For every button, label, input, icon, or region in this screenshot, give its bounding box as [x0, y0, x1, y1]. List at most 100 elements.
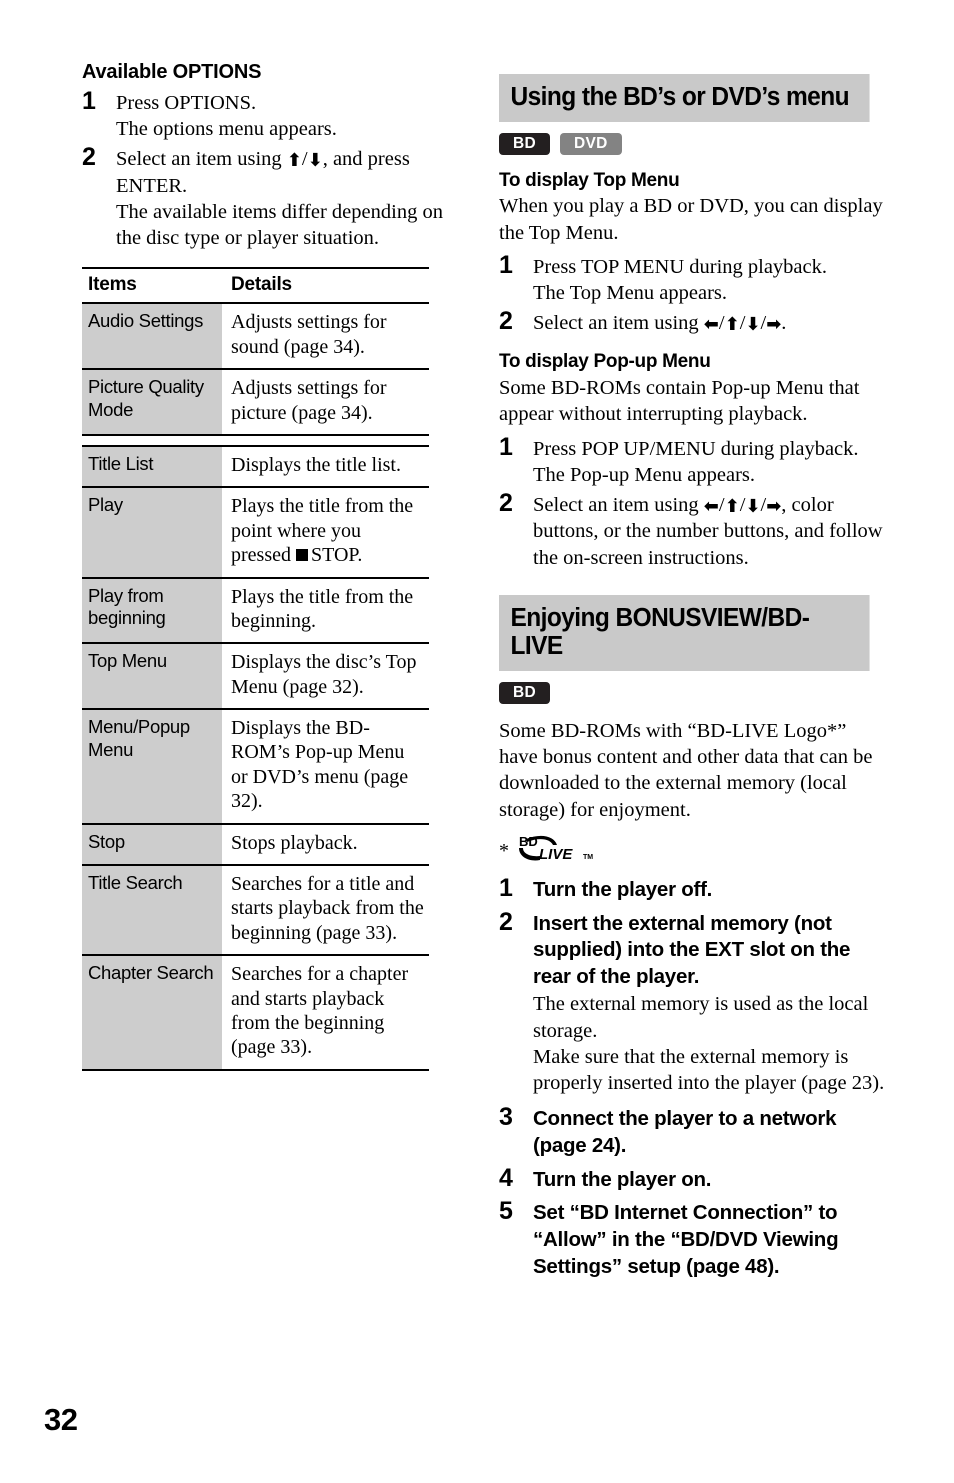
arrow-left-icon: ⬅: [703, 496, 719, 518]
cell-detail: Plays the title from the beginning.: [222, 577, 429, 645]
step-line: The Top Menu appears.: [533, 282, 728, 304]
step-line: Select an item using ⬆/⬇, and press ENTE…: [116, 148, 410, 197]
options-step-1: 1 Press OPTIONS. The options menu appear…: [82, 87, 472, 142]
table-row: Menu/Popup Menu Displays the BD-ROM’s Po…: [82, 709, 429, 825]
cell-detail: Adjusts settings for sound (page 34).: [222, 303, 429, 371]
step-line: The Pop-up Menu appears.: [533, 463, 756, 486]
step-number: 3: [499, 1103, 513, 1132]
section-header-bonusview: Enjoying BONUSVIEW/BD-LIVE: [499, 594, 870, 671]
step-number: 2: [499, 907, 513, 936]
bonusview-step-2: 2 Insert the external memory (not suppli…: [499, 907, 885, 1097]
step-text: Select an item using ⬆/⬇, and press ENTE…: [116, 146, 472, 251]
step-instruction: Set “BD Internet Connection” to “Allow” …: [533, 1201, 839, 1278]
left-column: Available OPTIONS 1 Press OPTIONS. The o…: [82, 60, 472, 1071]
column-header-details: Details: [222, 267, 429, 305]
media-badges-menu: BD DVD: [499, 132, 885, 156]
cell-detail: Adjusts settings for picture (page 34).: [222, 369, 429, 436]
bonusview-intro: Some BD-ROMs with “BD-LIVE Logo*” have b…: [499, 719, 873, 821]
step-instruction: Insert the external memory (not supplied…: [533, 911, 851, 988]
column-header-items: Items: [82, 267, 222, 305]
cell-item: Menu/Popup Menu: [82, 709, 222, 825]
bonusview-step-5: 5 Set “BD Internet Connection” to “Allow…: [499, 1197, 885, 1280]
step-text: Press POP UP/MENU during playback. The P…: [533, 436, 885, 488]
available-options-heading: Available OPTIONS: [82, 61, 262, 83]
bdlive-logo-note: * BD LIVE TM: [499, 831, 885, 865]
step-line: Press POP UP/MENU during playback.: [533, 437, 859, 460]
step-text: Turn the player off.: [533, 877, 885, 904]
step-number: 4: [499, 1163, 513, 1192]
arrow-down-icon: ⬇: [745, 314, 761, 336]
step-text: Connect the player to a network (page 24…: [533, 1106, 885, 1159]
bonusview-step-1: 1 Turn the player off.: [499, 873, 885, 904]
svg-text:BD: BD: [519, 834, 538, 849]
step-note: The external memory is used as the local…: [533, 991, 885, 1096]
popup-menu-step-2: 2 Select an item using ⬅/⬆/⬇/➡, color bu…: [499, 489, 885, 571]
step-number: 5: [499, 1197, 513, 1226]
table-row: Picture Quality Mode Adjusts settings fo…: [82, 369, 429, 436]
cell-item: Chapter Search: [82, 955, 222, 1071]
arrow-down-icon: ⬇: [745, 496, 761, 518]
step-text: Press TOP MENU during playback. The Top …: [533, 254, 885, 306]
step-text: Set “BD Internet Connection” to “Allow” …: [533, 1200, 885, 1280]
step-line: Press TOP MENU during playback.: [533, 255, 828, 278]
arrow-left-icon: ⬅: [703, 314, 719, 336]
table-row: Title Search Searches for a title and st…: [82, 865, 429, 957]
step-instruction: Connect the player to a network (page 24…: [533, 1107, 837, 1158]
step-text: Select an item using ⬅/⬆/⬇/➡.: [533, 310, 885, 336]
bd-live-logo-icon: BD LIVE TM: [513, 833, 601, 865]
step-number: 1: [499, 873, 513, 902]
cell-item: Stop: [82, 823, 222, 867]
step-line: Select an item using ⬅/⬆/⬇/➡, color butt…: [533, 494, 883, 569]
cell-detail: Displays the disc’s Top Menu (page 32).: [222, 643, 429, 711]
step-line: The options menu appears.: [116, 118, 337, 141]
cell-item: Play: [82, 487, 222, 579]
step-number: 1: [82, 87, 96, 115]
top-menu-step-1: 1 Press TOP MENU during playback. The To…: [499, 250, 885, 306]
arrow-right-icon: ➡: [766, 496, 782, 518]
cell-detail: Displays the BD-ROM’s Pop-up Menu or DVD…: [222, 709, 429, 825]
options-step-2: 2 Select an item using ⬆/⬇, and press EN…: [82, 143, 472, 251]
heading-display-popup-menu: To display Pop-up Menu: [499, 351, 711, 373]
table-body: Audio Settings Adjusts settings for soun…: [82, 303, 429, 1071]
step-number: 2: [499, 307, 513, 336]
cell-item: Picture Quality Mode: [82, 369, 222, 436]
cell-detail: Searches for a title and starts playback…: [222, 865, 429, 957]
cell-item: Title Search: [82, 865, 222, 957]
step-text: Insert the external memory (not supplied…: [533, 911, 885, 1097]
bonusview-step-3: 3 Connect the player to a network (page …: [499, 1103, 885, 1159]
heading-display-top-menu: To display Top Menu: [499, 169, 680, 191]
step-number: 1: [499, 250, 513, 279]
badge-dvd: DVD: [560, 132, 622, 156]
cell-item: Audio Settings: [82, 303, 222, 371]
cell-detail: Plays the title from the point where you…: [222, 487, 429, 579]
step-instruction: Turn the player on.: [533, 1167, 712, 1191]
available-options-table: Items Details Audio Settings Adjusts set…: [82, 267, 429, 1071]
table-group-separator: [82, 434, 429, 447]
table-row: Play from beginning Plays the title from…: [82, 577, 429, 645]
cell-detail: Stops playback.: [222, 823, 429, 867]
table-row: Chapter Search Searches for a chapter an…: [82, 955, 429, 1071]
step-line: Select an item using ⬅/⬆/⬇/➡.: [533, 312, 787, 336]
arrow-up-icon: ⬆: [724, 314, 740, 336]
cell-item: Top Menu: [82, 643, 222, 711]
table-row: Play Plays the title from the point wher…: [82, 487, 429, 579]
step-number: 2: [499, 489, 513, 518]
step-line: The available items differ depending on …: [116, 200, 443, 250]
badge-bd: BD: [499, 681, 550, 705]
popup-menu-intro: Some BD-ROMs contain Pop-up Menu that ap…: [499, 377, 860, 426]
table-row: Stop Stops playback.: [82, 823, 429, 867]
arrow-up-icon: ⬆: [724, 496, 740, 518]
step-note-line: Make sure that the external memory is pr…: [533, 1045, 885, 1095]
popup-menu-step-1: 1 Press POP UP/MENU during playback. The…: [499, 432, 885, 488]
step-text: Press OPTIONS. The options menu appears.: [116, 90, 472, 142]
asterisk-marker: *: [499, 839, 509, 862]
step-number: 1: [499, 432, 513, 461]
arrow-right-icon: ➡: [766, 314, 782, 336]
cell-detail: Displays the title list.: [222, 445, 429, 489]
table-row: Title List Displays the title list.: [82, 445, 429, 489]
step-number: 2: [82, 143, 96, 172]
step-text: Turn the player on.: [533, 1167, 885, 1194]
page-number: 32: [44, 1402, 78, 1437]
step-text: Select an item using ⬅/⬆/⬇/➡, color butt…: [533, 492, 885, 571]
step-note-line: The external memory is used as the local…: [533, 993, 869, 1042]
